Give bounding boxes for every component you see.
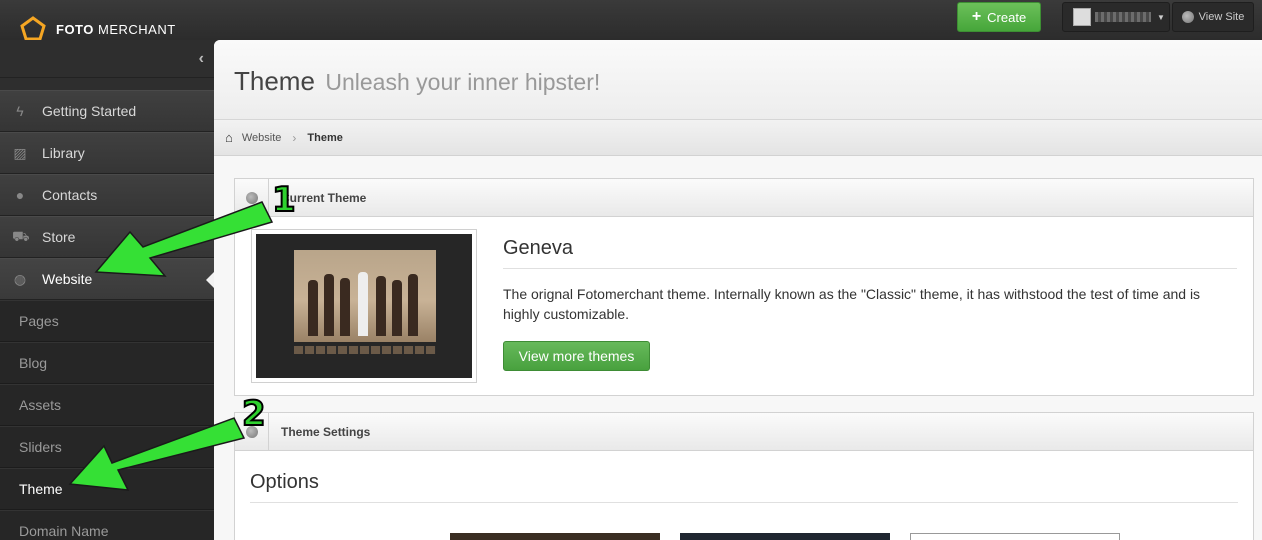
image-icon: ▨: [13, 144, 27, 161]
option-card[interactable]: [910, 533, 1120, 540]
theme-description: The orignal Fotomerchant theme. Internal…: [503, 286, 1201, 322]
main-content: Theme Unleash your inner hipster! ⌂ Webs…: [214, 40, 1262, 540]
page-header: Theme Unleash your inner hipster!: [214, 40, 1262, 120]
view-site-button[interactable]: View Site: [1172, 2, 1254, 32]
globe-icon: ◍: [13, 270, 27, 287]
sidebar-subitem-label: Sliders: [19, 439, 62, 455]
options-heading: Options: [250, 471, 319, 493]
sidebar-subitem-domain-name[interactable]: Domain Name: [0, 510, 214, 540]
breadcrumb-current: Theme: [307, 131, 343, 144]
sidebar-subitem-label: Blog: [19, 355, 48, 371]
breadcrumb-link-website[interactable]: Website: [242, 132, 282, 144]
divider: [503, 268, 1237, 269]
annotation-number-1: 1: [271, 179, 297, 221]
create-label: Create: [987, 9, 1027, 25]
chevron-left-icon: ‹: [198, 49, 204, 67]
chevron-right-icon: ›: [292, 130, 297, 145]
sidebar-subitem-blog[interactable]: Blog: [0, 342, 214, 384]
sidebar-item-contacts[interactable]: ● Contacts: [0, 174, 214, 216]
user-menu[interactable]: ▼: [1062, 2, 1170, 32]
option-card[interactable]: [680, 533, 890, 540]
panel-title: Theme Settings: [281, 424, 371, 439]
preview-photo: [294, 250, 436, 342]
sidebar-item-label: Getting Started: [42, 103, 137, 119]
username-redacted: [1095, 12, 1151, 22]
logo-icon: [20, 16, 46, 41]
sidebar-item-label: Contacts: [42, 187, 98, 203]
sidebar-subitem-sliders[interactable]: Sliders: [0, 426, 214, 468]
sidebar-subitem-label: Pages: [19, 313, 59, 329]
globe-icon: [235, 178, 269, 217]
top-bar: FOTO MERCHANT + Create ▼ View Site: [0, 0, 1262, 42]
home-icon[interactable]: ⌂: [225, 130, 233, 145]
sidebar-item-store[interactable]: ⛟ Store: [0, 216, 214, 258]
logo[interactable]: FOTO MERCHANT: [20, 16, 176, 42]
breadcrumb: ⌂ Website › Theme: [214, 120, 1262, 156]
theme-preview-image: [256, 234, 472, 378]
create-button[interactable]: + Create: [957, 2, 1041, 32]
theme-thumbnail[interactable]: [251, 229, 477, 383]
globe-icon: [1181, 11, 1194, 23]
sidebar-subitem-theme[interactable]: Theme: [0, 468, 214, 510]
sidebar-subitem-label: Assets: [19, 397, 62, 413]
view-site-label: View Site: [1198, 11, 1245, 23]
theme-name: Geneva: [503, 237, 574, 259]
cart-icon: ⛟: [12, 227, 30, 244]
sidebar-item-label: Website: [42, 271, 93, 287]
page-subtitle: Unleash your inner hipster!: [325, 69, 601, 95]
sidebar-subitem-pages[interactable]: Pages: [0, 300, 214, 342]
divider: [250, 502, 1238, 503]
brand-name: FOTO MERCHANT: [56, 21, 176, 37]
plus-icon: +: [971, 8, 982, 25]
sidebar-item-label: Library: [42, 145, 85, 161]
sidebar-item-library[interactable]: ▨ Library: [0, 132, 214, 174]
sidebar-subitem-label: Domain Name: [19, 523, 109, 539]
avatar: [1073, 8, 1091, 26]
sidebar-subitem-assets[interactable]: Assets: [0, 384, 214, 426]
theme-settings-panel: Theme Settings Options: [234, 412, 1254, 540]
current-theme-panel: Current Theme Geneva The orignal Fotomer…: [234, 178, 1254, 396]
sidebar-collapse-button[interactable]: ‹: [0, 40, 214, 78]
page-title: Theme: [234, 66, 315, 96]
preview-filmstrip: [294, 346, 436, 354]
panel-header: Theme Settings: [235, 412, 1253, 451]
sidebar-item-getting-started[interactable]: ϟ Getting Started: [0, 90, 214, 132]
sidebar-subitem-label: Theme: [19, 481, 63, 497]
panel-header: Current Theme: [235, 178, 1253, 217]
chevron-down-icon: ▼: [1157, 12, 1165, 22]
sidebar-item-label: Store: [42, 229, 76, 245]
view-more-themes-button[interactable]: View more themes: [503, 341, 650, 371]
user-icon: ●: [15, 187, 25, 203]
annotation-number-2: 2: [241, 393, 267, 435]
option-card[interactable]: [450, 533, 660, 540]
sidebar-item-website[interactable]: ◍ Website: [0, 258, 214, 300]
bolt-icon: ϟ: [16, 103, 24, 119]
